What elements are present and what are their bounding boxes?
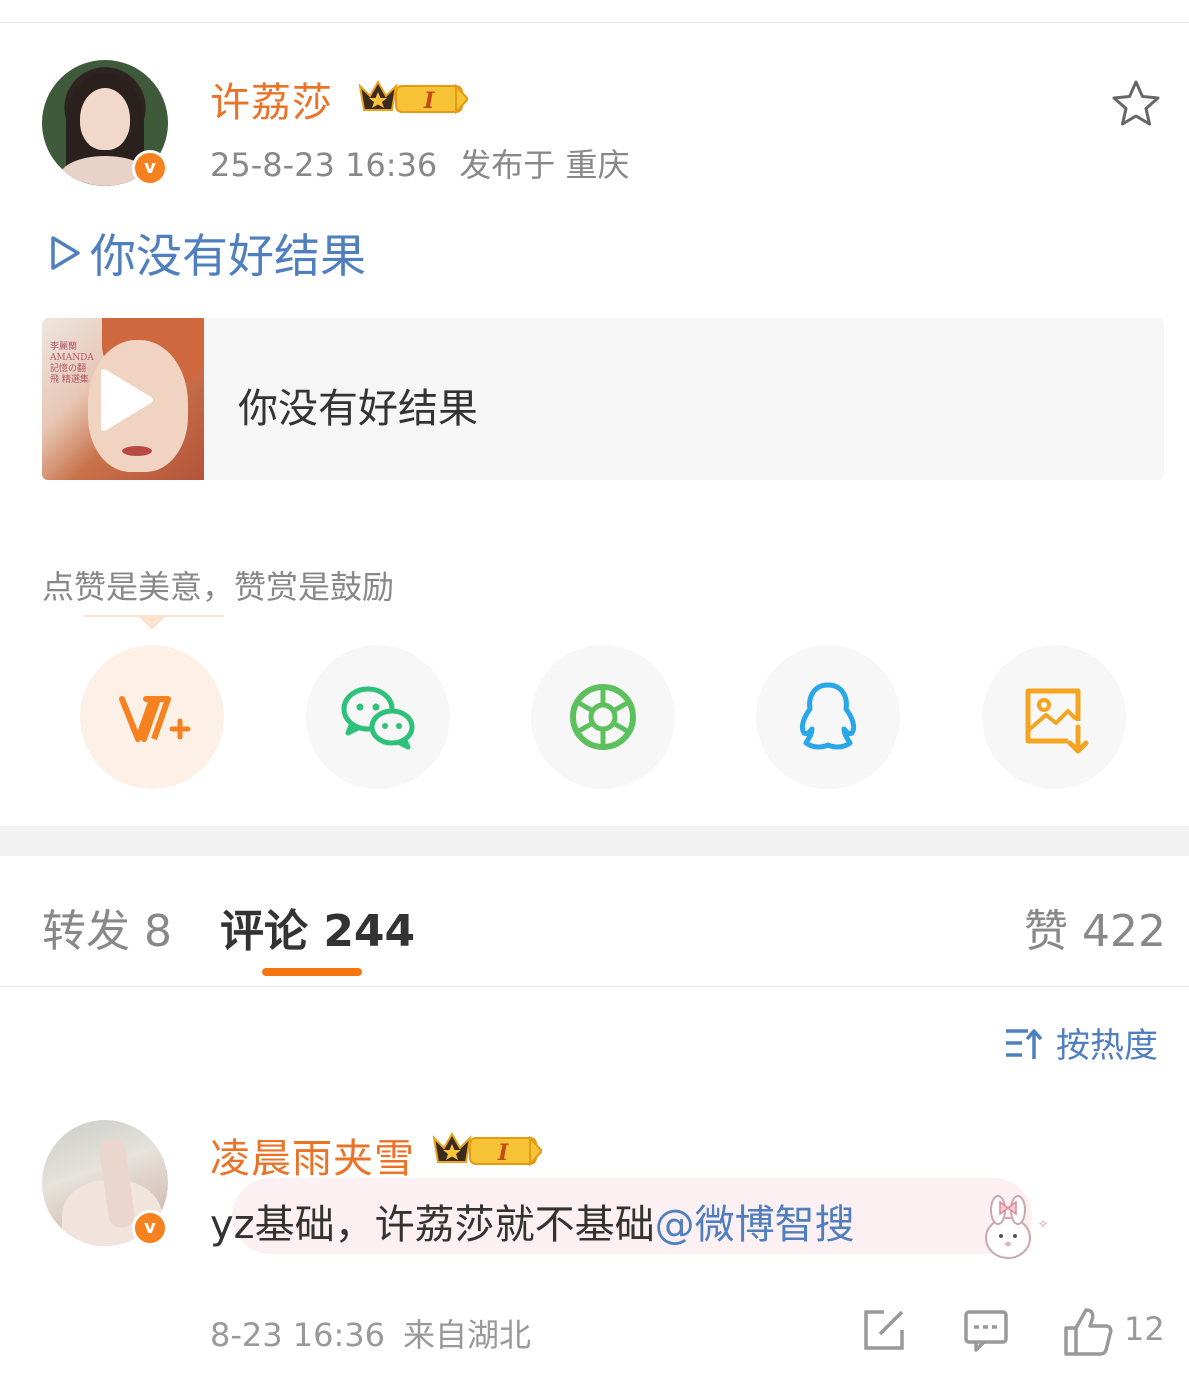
post-location: 发布于 重庆 <box>459 146 630 184</box>
song-link[interactable]: 你没有好结果 <box>48 220 366 286</box>
commenter-vip-crown-badge-icon[interactable]: I <box>430 1130 542 1170</box>
sort-icon <box>1006 1028 1043 1059</box>
moments-icon <box>570 684 636 750</box>
svg-text:I: I <box>423 88 435 114</box>
post-meta: 25-8-23 16:36 发布于 重庆 <box>210 140 651 186</box>
comment-location: 来自湖北 <box>403 1316 532 1354</box>
comment-meta: 8-23 16:36 来自湖北 <box>210 1310 549 1356</box>
play-triangle-icon <box>51 236 80 270</box>
tip-pointer <box>84 615 224 630</box>
save-image-icon <box>1025 688 1089 754</box>
music-card[interactable]: 李麗蘭 AMANDA 記憶の翻飛 精選集 你没有好结果 <box>42 318 1164 480</box>
tab-comments[interactable]: 评论 244 <box>220 895 415 959</box>
sort-label: 按热度 <box>1056 1026 1158 1066</box>
section-separator <box>0 826 1189 856</box>
sort-by-heat-button[interactable]: 按热度 <box>1004 1018 1158 1067</box>
music-title: 你没有好结果 <box>238 386 478 432</box>
comment-time: 8-23 16:36 <box>210 1316 386 1354</box>
album-cover[interactable]: 李麗蘭 AMANDA 記憶の翻飛 精選集 <box>42 318 204 480</box>
qq-icon <box>799 682 857 750</box>
bunny-sticker-icon: ✧ <box>985 1195 1048 1259</box>
tab-repost[interactable]: 转发 8 <box>42 895 172 959</box>
mention-link[interactable]: @微博智搜 <box>655 1202 855 1248</box>
post-time: 25-8-23 16:36 <box>210 146 438 184</box>
reply-comment-icon[interactable] <box>962 1306 1010 1354</box>
favorite-star-icon[interactable] <box>1110 78 1162 130</box>
verified-badge-icon: v <box>132 150 168 186</box>
svg-text:I: I <box>497 1140 509 1166</box>
svg-text:✧: ✧ <box>1038 1217 1048 1231</box>
comment-like-count: 12 <box>1124 1310 1165 1348</box>
reward-button[interactable] <box>80 645 224 789</box>
play-icon[interactable] <box>98 368 154 432</box>
song-link-text[interactable]: 你没有好结果 <box>90 220 366 286</box>
like-thumb-icon[interactable] <box>1062 1306 1114 1358</box>
repost-comment-icon[interactable] <box>860 1306 908 1354</box>
commenter-name[interactable]: 凌晨雨夹雪 <box>210 1126 415 1184</box>
share-wechat-button[interactable] <box>306 645 450 789</box>
share-moments-button[interactable] <box>531 645 675 789</box>
tabs-divider <box>0 986 1189 987</box>
author-name[interactable]: 许荔莎 <box>210 70 333 128</box>
wechat-icon <box>341 686 415 750</box>
tab-likes[interactable]: 赞 422 <box>1024 895 1166 959</box>
active-tab-indicator <box>262 968 362 976</box>
comment-text: yz基础，许荔莎就不基础@微博智搜 <box>210 1192 855 1250</box>
reward-tip: 点赞是美意，赞赏是鼓励 <box>42 568 395 606</box>
save-image-button[interactable] <box>982 645 1126 789</box>
top-divider <box>0 22 1189 23</box>
album-cover-text: 李麗蘭 AMANDA 記憶の翻飛 精選集 <box>50 342 94 385</box>
vip-crown-badge-icon[interactable]: I <box>356 78 468 118</box>
reward-v-plus-icon <box>119 696 191 742</box>
commenter-verified-badge-icon: v <box>132 1210 168 1246</box>
share-qq-button[interactable] <box>756 645 900 789</box>
comment-body: yz基础，许荔莎就不基础 <box>210 1202 655 1248</box>
